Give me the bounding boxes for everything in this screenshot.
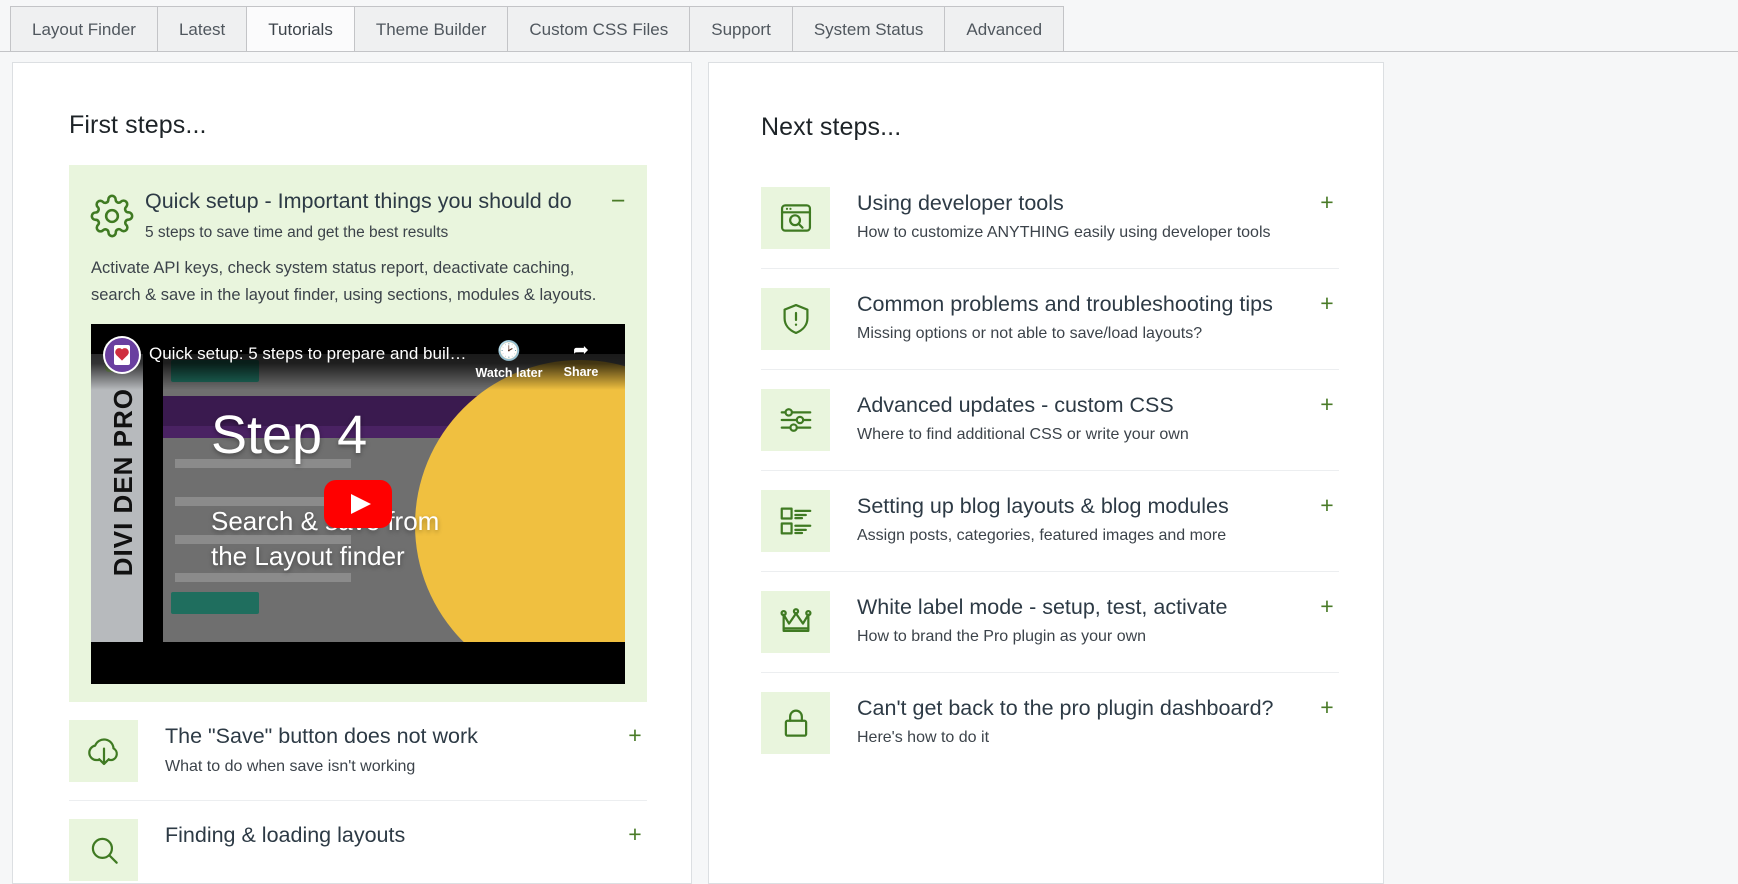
accordion-item-save-button[interactable]: The "Save" button does not work What to … [69, 702, 647, 801]
accordion-item-advanced-updates[interactable]: Advanced updates - custom CSS Where to f… [761, 370, 1339, 471]
watch-later-label: Watch later [476, 366, 543, 380]
accordion-subtitle: Where to find additional CSS or write yo… [857, 425, 1315, 446]
tab-label: Latest [179, 21, 225, 38]
first-steps-list: The "Save" button does not work What to … [69, 702, 647, 884]
tab-latest[interactable]: Latest [157, 6, 247, 51]
video-title[interactable]: Quick setup: 5 steps to prepare and buil… [149, 334, 473, 364]
accordion-item-common-problems[interactable]: Common problems and troubleshooting tips… [761, 269, 1339, 370]
accordion-item-white-label[interactable]: White label mode - setup, test, activate… [761, 572, 1339, 673]
accordion-title: Setting up blog layouts & blog modules [857, 493, 1315, 519]
share-button[interactable]: ➦ Share [545, 334, 617, 379]
accordion-title: White label mode - setup, test, activate [857, 594, 1315, 620]
watch-later-button[interactable]: 🕑 Watch later [473, 334, 545, 380]
tab-label: Layout Finder [32, 21, 136, 38]
video-overlay-step: Step 4 [211, 404, 367, 466]
expand-plus-icon[interactable]: + [1315, 187, 1339, 213]
page-title-first-steps: First steps... [69, 111, 647, 140]
tab-system-status[interactable]: System Status [792, 6, 946, 51]
main-content: First steps... Quick setup - Important t… [0, 52, 1738, 884]
tab-theme-builder[interactable]: Theme Builder [354, 6, 509, 51]
accordion-item-blog-layouts[interactable]: Setting up blog layouts & blog modules A… [761, 471, 1339, 572]
tab-label: System Status [814, 21, 924, 38]
next-steps-list: Using developer tools How to customize A… [761, 168, 1339, 773]
cloud-download-icon [69, 720, 138, 782]
screen-green-button-2 [171, 592, 259, 614]
shield-alert-icon [761, 288, 830, 350]
accordion-subtitle: Missing options or not able to save/load… [857, 324, 1315, 345]
accordion-item-pro-dashboard[interactable]: Can't get back to the pro plugin dashboa… [761, 673, 1339, 773]
accordion-title: Advanced updates - custom CSS [857, 392, 1315, 418]
tab-bar: Layout Finder Latest Tutorials Theme Bui… [0, 0, 1738, 52]
accordion-subtitle: How to customize ANYTHING easily using d… [857, 223, 1315, 244]
crown-icon [761, 591, 830, 653]
share-arrow-icon: ➦ [545, 339, 617, 362]
browser-search-icon [761, 187, 830, 249]
accordion-item-quick-setup[interactable]: Quick setup - Important things you shoul… [69, 165, 647, 702]
lock-icon [761, 692, 830, 754]
accordion-subtitle: 5 steps to save time and get the best re… [145, 223, 607, 243]
expand-plus-icon[interactable]: + [1315, 490, 1339, 516]
heart-icon [116, 350, 127, 361]
tab-label: Custom CSS Files [529, 21, 668, 38]
accordion-title: Finding & loading layouts [165, 822, 623, 848]
accordion-body-text: Activate API keys, check system status r… [69, 255, 647, 324]
screen-row [175, 573, 351, 582]
video-overlay-line2: the Layout finder [211, 541, 405, 571]
accordion-title: Quick setup - Important things you shoul… [145, 189, 607, 215]
accordion-item-developer-tools[interactable]: Using developer tools How to customize A… [761, 168, 1339, 269]
video-brand-label: DIVI DEN PRO [108, 388, 138, 576]
video-embed[interactable]: DIVI DEN PRO [91, 324, 625, 684]
tab-label: Support [711, 21, 771, 38]
clock-icon: 🕑 [473, 339, 545, 363]
gear-icon [79, 185, 145, 247]
tab-layout-finder[interactable]: Layout Finder [10, 6, 158, 51]
tab-label: Advanced [966, 21, 1042, 38]
video-bottom-bar [91, 642, 625, 684]
accordion-title: Using developer tools [857, 190, 1315, 216]
tab-support[interactable]: Support [689, 6, 793, 51]
accordion-subtitle: How to brand the Pro plugin as your own [857, 627, 1315, 648]
accordion-header-quick-setup[interactable]: Quick setup - Important things you shoul… [69, 165, 647, 255]
accordion-title: Common problems and troubleshooting tips [857, 291, 1315, 317]
accordion-subtitle: What to do when save isn't working [165, 757, 623, 778]
expand-plus-icon[interactable]: + [623, 819, 647, 845]
tab-label: Tutorials [268, 21, 333, 38]
accordion-title: The "Save" button does not work [165, 723, 623, 749]
tab-advanced[interactable]: Advanced [944, 6, 1064, 51]
sliders-icon [761, 389, 830, 451]
divi-den-avatar-icon [103, 336, 141, 374]
page-title-next-steps: Next steps... [761, 113, 1339, 142]
tab-label: Theme Builder [376, 21, 487, 38]
expand-plus-icon[interactable]: + [1315, 288, 1339, 314]
share-label: Share [564, 365, 599, 379]
expand-plus-icon[interactable]: + [1315, 591, 1339, 617]
expand-plus-icon[interactable]: + [1315, 692, 1339, 718]
tab-tutorials[interactable]: Tutorials [246, 6, 355, 51]
accordion-subtitle: Here's how to do it [857, 728, 1315, 749]
accordion-title: Can't get back to the pro plugin dashboa… [857, 695, 1315, 721]
video-top-bar: Quick setup: 5 steps to prepare and buil… [91, 324, 625, 390]
next-steps-panel: Next steps... Using d [708, 62, 1384, 884]
expand-plus-icon[interactable]: + [1315, 389, 1339, 415]
accordion-subtitle: Assign posts, categories, featured image… [857, 526, 1315, 547]
expand-plus-icon[interactable]: + [623, 720, 647, 746]
list-layout-icon [761, 490, 830, 552]
play-button-icon[interactable] [324, 480, 392, 528]
collapse-minus-icon[interactable]: − [607, 185, 629, 211]
tab-custom-css-files[interactable]: Custom CSS Files [507, 6, 690, 51]
find-icon [69, 819, 138, 881]
accordion-item-finding-layouts[interactable]: Finding & loading layouts + [69, 801, 647, 884]
first-steps-panel: First steps... Quick setup - Important t… [12, 62, 692, 884]
